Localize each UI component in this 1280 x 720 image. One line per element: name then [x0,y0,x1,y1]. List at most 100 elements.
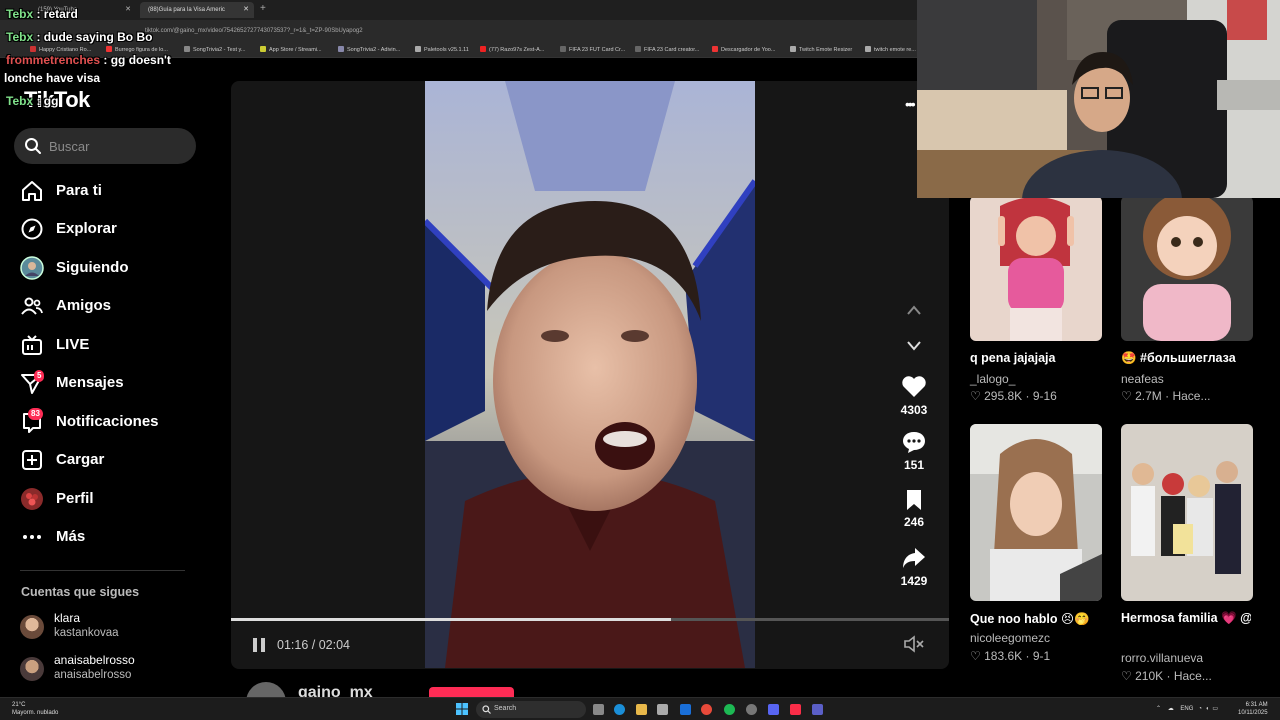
nav-para-ti[interactable]: Para ti [20,176,190,206]
following-account-item[interactable]: anaisabelrosso anaisabelrosso [20,653,200,687]
cloud-icon[interactable]: ☁ [1168,706,1174,712]
speaker-icon[interactable]: ◖ [1205,706,1209,712]
save-button[interactable]: 246 [890,489,938,529]
avatar [20,615,44,639]
live-tv-icon [22,335,42,355]
bookmark-item[interactable]: FIFA 23 FUT Card Cr... [560,46,625,53]
thumbnail-image [1121,424,1253,601]
nav-live[interactable]: LIVE [20,330,190,360]
next-video-icon[interactable] [906,339,922,351]
chrome-icon[interactable] [701,704,712,715]
account-handle: kastankovaa [54,627,119,639]
previous-video-icon[interactable] [906,304,922,316]
task-view-icon[interactable] [593,704,604,715]
recommended-author[interactable]: _lalogo_ [970,372,1015,386]
recommended-thumbnail-2[interactable] [1121,196,1253,341]
recommended-thumbnail-1[interactable] [970,196,1102,341]
bookmark-item[interactable]: twitch emote re... [865,46,916,53]
following-accounts-title: Cuentas que sigues [21,585,140,599]
wifi-icon[interactable]: ◔ [1198,706,1202,712]
taskbar-clock[interactable]: 6:31 AM 10/11/2025 [1238,701,1268,717]
tab-close-icon[interactable]: ✕ [243,5,249,13]
recommended-author[interactable]: nicoleegomezc [970,631,1050,645]
nav-perfil[interactable]: Perfil [20,484,190,514]
recommended-thumbnail-3[interactable] [970,424,1102,601]
recommended-title[interactable]: q pena jajajaja [970,351,1055,365]
recommended-author[interactable]: neafeas [1121,372,1164,386]
music-icon[interactable] [790,704,801,715]
bookmark-label: App Store / Streami... [269,47,322,53]
nav-amigos[interactable]: Amigos [20,291,190,321]
bookmark-item[interactable]: Twitch Emote Resizer [790,46,852,53]
weather-temp: 21°C [12,702,26,708]
store-icon[interactable] [657,704,668,715]
bookmark-label: SongTrivia2 - Adivin... [347,47,401,53]
nav-cargar[interactable]: Cargar [20,445,190,475]
system-tray[interactable]: ⌃ ☁ ENG ◔ ◖ ▭ [1156,705,1218,712]
chat-message: Tebx : dude saying Bo Bo [6,30,152,44]
tab-close-icon[interactable]: ✕ [125,5,131,13]
nav-siguiendo[interactable]: Siguiendo [20,253,190,283]
nav-explorar[interactable]: Explorar [20,214,190,244]
file-explorer-icon[interactable] [636,704,647,715]
pause-icon[interactable] [251,637,267,653]
bookmark-item[interactable]: FIFA 23 Card creator... [635,46,699,53]
share-button[interactable]: 1429 [890,546,938,588]
language-indicator[interactable]: ENG [1180,706,1193,712]
new-tab-icon[interactable]: + [260,3,266,14]
thumbnail-image [970,196,1102,341]
comment-button[interactable]: 151 [890,430,938,472]
avatar [20,657,44,681]
following-account-item[interactable]: klara kastankovaa [20,611,200,645]
chevron-up-icon[interactable]: ⌃ [1156,706,1161,712]
browser-tab-tiktok[interactable]: (88)Guía para la Visa Americ ✕ [140,2,254,18]
bookmark-item[interactable]: SongTrivia2 - Adivin... [338,46,400,53]
taskbar-search[interactable]: Search [476,701,586,718]
volume-muted-icon[interactable] [903,635,925,653]
weather-widget[interactable]: 21°C Mayorm. nublado [12,701,58,717]
bookmark-item[interactable]: Happy Cristiano Ro... [30,46,91,53]
video-frame [425,81,755,668]
chat-message: frommetrenches : gg doesn't [6,53,171,67]
chat-message: Tebx : retard [6,7,78,21]
battery-icon[interactable]: ▭ [1212,706,1218,712]
url-text[interactable]: tiktok.com/@gaino_mx/video/7542652727743… [145,28,363,34]
like-button[interactable]: 4303 [890,375,938,417]
chat-username: Tebx [6,7,34,21]
compass-icon [21,218,43,240]
more-options-icon[interactable]: ••• [905,96,916,112]
video-player[interactable] [425,81,755,668]
video-progress-bar[interactable] [231,618,949,621]
nav-mas[interactable]: Más [20,522,190,552]
bookmark-item[interactable]: Burrego figura de lo... [106,46,168,53]
spotify-icon[interactable] [724,704,735,715]
nav-label: LIVE [56,336,90,353]
teams-icon[interactable] [812,704,823,715]
bookmark-item[interactable]: App Store / Streami... [260,46,322,53]
nav-label: Notificaciones [56,413,159,430]
mail-icon[interactable] [680,704,691,715]
bookmark-label: Descargador de Yoo... [721,47,776,53]
discord-icon[interactable] [768,704,779,715]
recommended-thumbnail-4[interactable] [1121,424,1253,601]
nav-notificaciones[interactable]: 83 Notificaciones [20,407,190,437]
bookmark-label: SongTrivia2 - Test y... [193,47,246,53]
share-icon [903,548,925,568]
recommended-title[interactable]: Hermosa familia 💗 @Nicolle Figueroa... [1121,611,1251,626]
clock-time: 6:31 AM [1245,702,1268,708]
bookmark-item[interactable]: Descargador de Yoo... [712,46,775,53]
bookmark-item[interactable]: Paletools v25.1.11 [415,46,469,53]
chat-text: : gg [33,94,59,108]
obs-icon[interactable] [746,704,757,715]
bookmark-item[interactable]: (77) Razo97s Zest-A... [480,46,544,53]
windows-start-icon[interactable] [456,703,468,715]
search-input[interactable]: Buscar [14,128,196,164]
recommended-title[interactable]: Que noo hablo 😣🤭 [970,611,1090,627]
nav-mensajes[interactable]: 5 Mensajes [20,368,190,398]
like-count: 4303 [900,403,928,417]
chat-username: frommetrenches [6,53,101,67]
bookmark-item[interactable]: SongTrivia2 - Test y... [184,46,245,53]
recommended-title[interactable]: 🤩 #большиеглаза [1121,351,1236,366]
recommended-author[interactable]: rorro.villanueva [1121,651,1203,665]
edge-icon[interactable] [614,704,625,715]
